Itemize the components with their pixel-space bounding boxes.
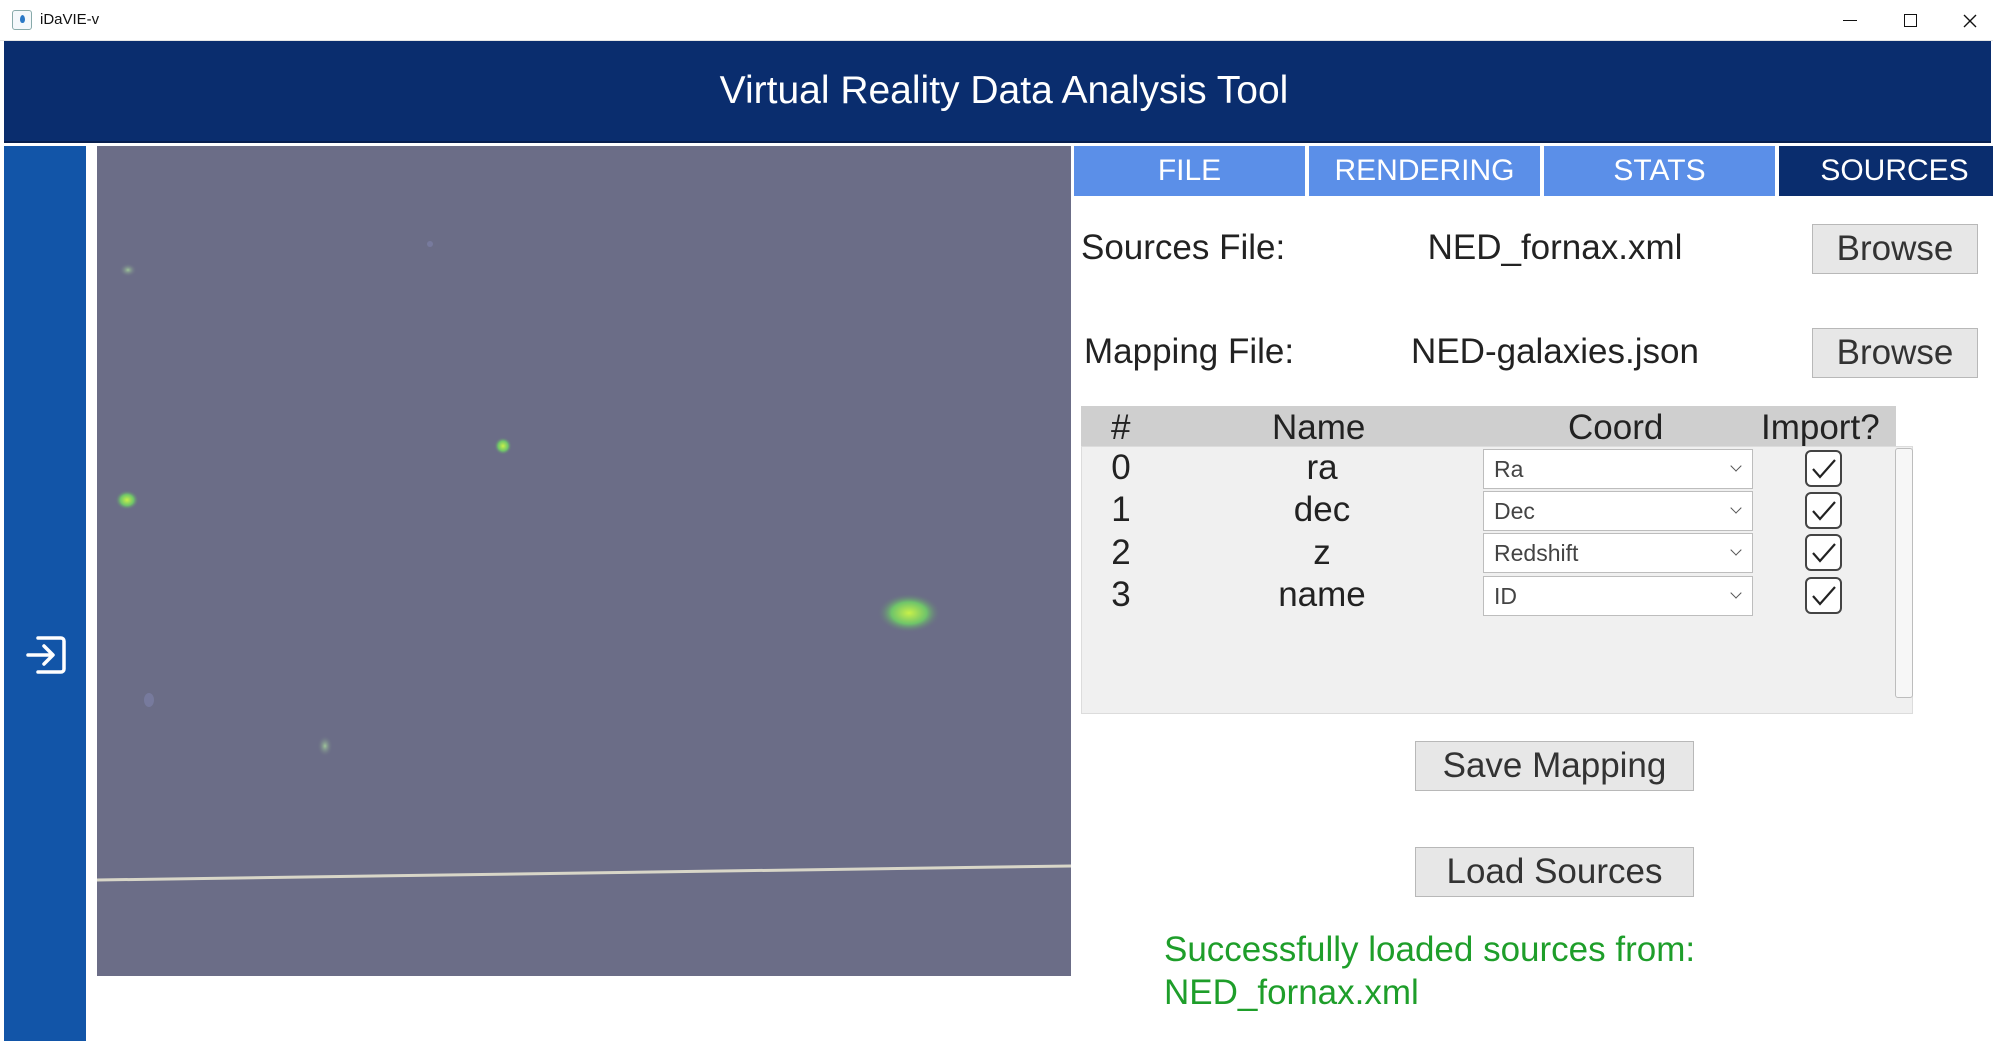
save-mapping-button[interactable]: Save Mapping xyxy=(1415,741,1694,791)
app-header: Virtual Reality Data Analysis Tool xyxy=(4,41,1991,143)
tab-rendering[interactable]: RENDERING xyxy=(1309,146,1540,196)
status-message: Successfully loaded sources from: NED_fo… xyxy=(1164,928,1695,1014)
source-blob xyxy=(427,241,433,247)
window-title: iDaVIE-v xyxy=(40,11,100,28)
coord-select[interactable]: Redshift xyxy=(1483,533,1753,573)
chevron-down-icon xyxy=(1730,587,1742,599)
column-header-coord: Coord xyxy=(1568,408,1664,447)
import-checkbox[interactable] xyxy=(1805,492,1842,529)
row-name: ra xyxy=(1306,448,1338,487)
checkmark-icon xyxy=(1811,542,1836,563)
import-checkbox[interactable] xyxy=(1805,577,1842,614)
source-blob xyxy=(144,693,154,707)
load-sources-button[interactable]: Load Sources xyxy=(1415,847,1694,897)
mapping-table-header: # Name Coord Import? xyxy=(1081,406,1896,447)
chevron-down-icon xyxy=(1730,460,1742,472)
source-blob xyxy=(494,437,512,455)
column-header-index: # xyxy=(1111,408,1131,447)
tab-sources[interactable]: SOURCES xyxy=(1779,146,1993,196)
volume-render xyxy=(97,146,1071,976)
row-name: name xyxy=(1278,575,1366,614)
coord-select-value: Redshift xyxy=(1494,539,1579,566)
browse-sources-button[interactable]: Browse xyxy=(1812,224,1978,274)
checkmark-icon xyxy=(1811,585,1836,606)
source-blob xyxy=(119,263,137,277)
status-line-2: NED_fornax.xml xyxy=(1164,973,1419,1012)
column-header-import: Import? xyxy=(1761,408,1880,447)
window-titlebar: iDaVIE-v xyxy=(0,0,1993,41)
close-icon xyxy=(1963,14,1977,27)
source-blob xyxy=(877,593,941,633)
app-title: Virtual Reality Data Analysis Tool xyxy=(719,69,1289,112)
checkmark-icon xyxy=(1811,500,1836,521)
source-blob xyxy=(317,735,333,757)
sources-file-label: Sources File: xyxy=(1081,228,1286,267)
source-blob xyxy=(115,490,139,510)
browse-mapping-button[interactable]: Browse xyxy=(1812,328,1978,378)
mapping-file-value: NED-galaxies.json xyxy=(1411,332,1699,371)
close-button[interactable] xyxy=(1940,0,1993,41)
tab-stats[interactable]: STATS xyxy=(1544,146,1775,196)
row-name: z xyxy=(1313,533,1331,572)
app-icon xyxy=(12,10,32,30)
tab-file[interactable]: FILE xyxy=(1074,146,1305,196)
tab-bar: FILE RENDERING STATS SOURCES xyxy=(1071,146,1993,196)
column-header-name: Name xyxy=(1272,408,1366,447)
coord-select[interactable]: ID xyxy=(1483,576,1753,616)
coord-select-value: Ra xyxy=(1494,455,1524,482)
maximize-button[interactable] xyxy=(1880,0,1940,41)
volume-viewport[interactable] xyxy=(97,146,1071,976)
chevron-down-icon xyxy=(1730,544,1742,556)
chevron-down-icon xyxy=(1730,502,1742,514)
row-index: 2 xyxy=(1111,533,1131,572)
sources-file-value: NED_fornax.xml xyxy=(1427,228,1683,267)
row-index: 0 xyxy=(1111,448,1131,487)
row-index: 3 xyxy=(1111,575,1131,614)
row-index: 1 xyxy=(1111,490,1131,529)
status-line-1: Successfully loaded sources from: xyxy=(1164,930,1696,969)
import-checkbox[interactable] xyxy=(1805,450,1842,487)
minimize-button[interactable] xyxy=(1820,0,1880,41)
coord-select[interactable]: Ra xyxy=(1483,449,1753,489)
mapping-file-label: Mapping File: xyxy=(1084,332,1295,371)
minimize-icon xyxy=(1843,20,1857,21)
coord-select-value: ID xyxy=(1494,582,1517,609)
maximize-icon xyxy=(1903,14,1917,27)
coord-select[interactable]: Dec xyxy=(1483,491,1753,531)
coord-select-value: Dec xyxy=(1494,497,1535,524)
checkmark-icon xyxy=(1811,458,1836,479)
import-checkbox[interactable] xyxy=(1805,534,1842,571)
row-name: dec xyxy=(1293,490,1351,529)
mapping-table-scrollbar[interactable] xyxy=(1895,448,1913,698)
exit-icon[interactable] xyxy=(24,633,68,677)
sidebar xyxy=(4,146,86,1041)
